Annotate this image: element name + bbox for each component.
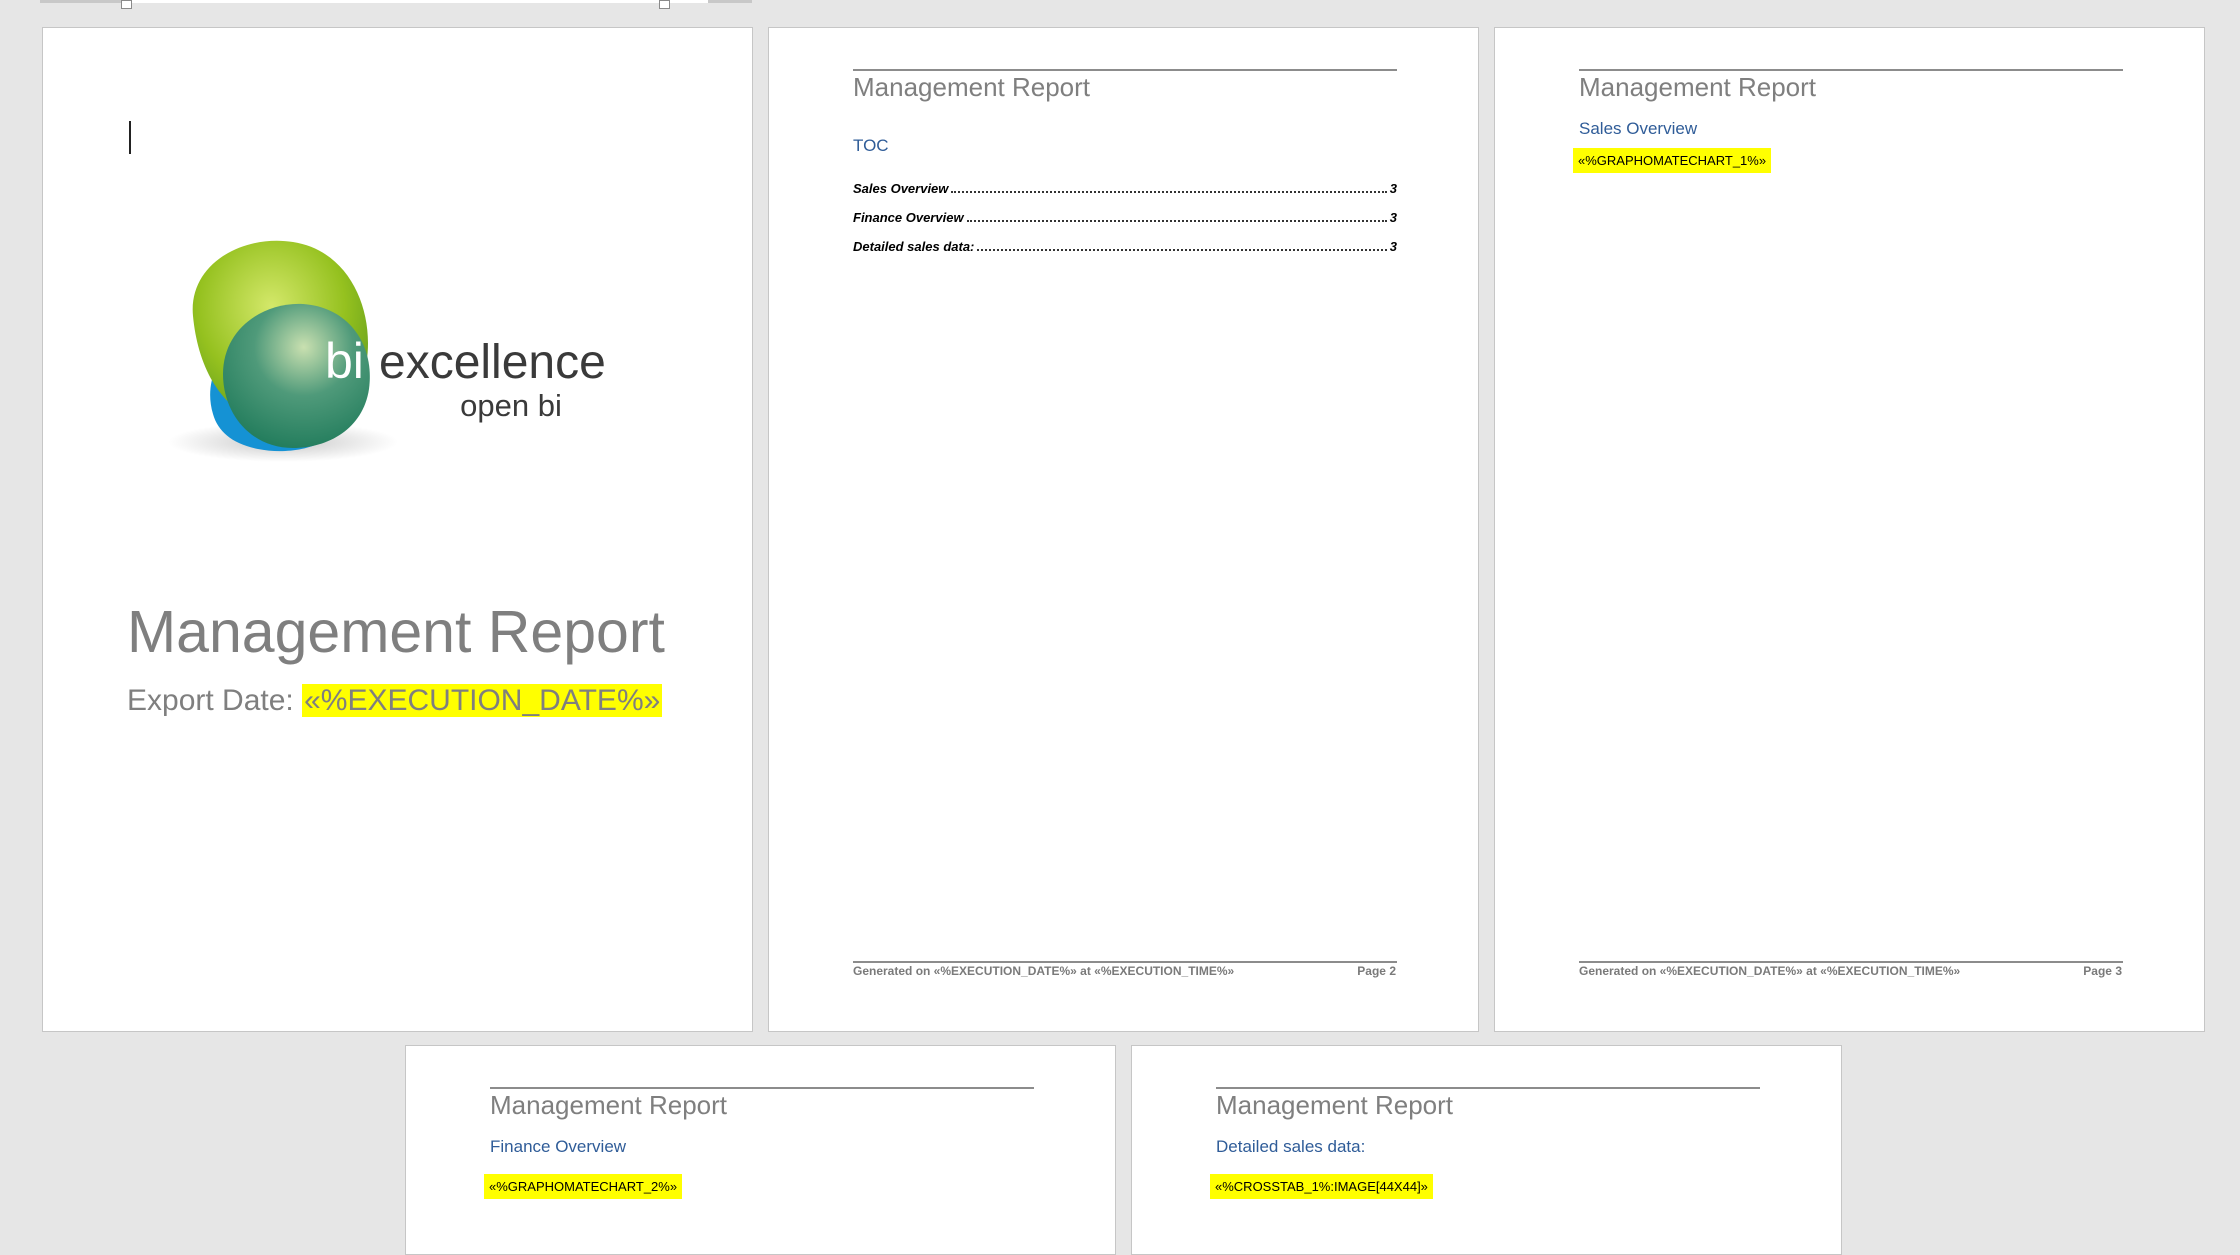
- header-title: Management Report: [490, 1090, 728, 1120]
- toc-entry[interactable]: Sales Overview 3: [853, 178, 1397, 196]
- text-cursor: [129, 121, 131, 154]
- section-heading: Finance Overview: [490, 1137, 627, 1156]
- horizontal-ruler: [40, 0, 752, 9]
- footer-generated: Generated on «%EXECUTION_DATE%» at «%EXE…: [853, 964, 1235, 978]
- left-indent-marker[interactable]: [121, 0, 132, 9]
- ruler-track: [126, 0, 708, 3]
- header-rule: [1216, 1087, 1760, 1089]
- header-rule: [1579, 69, 2123, 71]
- toc-dot-leader: [951, 191, 1387, 193]
- toc-entry[interactable]: Finance Overview 3: [853, 207, 1397, 225]
- page-detailed-sales-data[interactable]: Management Report Detailed sales data: «…: [1131, 1045, 1842, 1255]
- footer-page-number: Page 3: [2083, 964, 2122, 978]
- toc-entry-page: 3: [1389, 210, 1397, 225]
- cover-title: Management Report: [127, 599, 665, 665]
- right-indent-marker[interactable]: [659, 0, 670, 9]
- crosstab-merge-field[interactable]: «%CROSSTAB_1%:IMAGE[44X44]»: [1210, 1174, 1433, 1199]
- toc-entry-label: Sales Overview: [853, 181, 949, 196]
- export-date-field[interactable]: «%EXECUTION_DATE%»: [302, 684, 663, 717]
- toc-entry[interactable]: Detailed sales data: 3: [853, 236, 1397, 254]
- header-rule: [490, 1087, 1034, 1089]
- page-toc[interactable]: Management Report TOC Sales Overview 3 F…: [768, 27, 1479, 1032]
- bi-excellence-logo: bi excellence open bi: [168, 240, 606, 462]
- header-title: Management Report: [1579, 72, 1817, 102]
- toc-dot-leader: [966, 220, 1387, 222]
- toc-entry-page: 3: [1389, 181, 1397, 196]
- header-title: Management Report: [853, 72, 1091, 102]
- header-rule: [853, 69, 1397, 71]
- footer-rule: [853, 961, 1397, 963]
- chart-merge-field[interactable]: «%GRAPHOMATECHART_1%»: [1573, 148, 1772, 173]
- toc-heading: TOC: [853, 136, 889, 155]
- chart-merge-field[interactable]: «%GRAPHOMATECHART_2%»: [484, 1174, 683, 1199]
- page-sales-overview[interactable]: Management Report Sales Overview «%GRAPH…: [1494, 27, 2205, 1032]
- toc-dot-leader: [977, 249, 1387, 251]
- footer-page-number: Page 2: [1357, 964, 1396, 978]
- toc-entry-label: Finance Overview: [853, 210, 964, 225]
- footer-rule: [1579, 961, 2123, 963]
- export-date-line: Export Date: «%EXECUTION_DATE%»: [127, 684, 663, 718]
- page-cover[interactable]: bi excellence open bi Management Report …: [42, 27, 753, 1032]
- section-heading: Detailed sales data:: [1216, 1137, 1366, 1156]
- footer-generated: Generated on «%EXECUTION_DATE%» at «%EXE…: [1579, 964, 1961, 978]
- toc-entry-page: 3: [1389, 239, 1397, 254]
- toc-entry-label: Detailed sales data:: [853, 239, 975, 254]
- logo-text-tagline: open bi: [460, 388, 562, 423]
- export-date-label: Export Date:: [127, 684, 294, 717]
- header-title: Management Report: [1216, 1090, 1454, 1120]
- page-finance-overview[interactable]: Management Report Finance Overview «%GRA…: [405, 1045, 1116, 1255]
- section-heading: Sales Overview: [1579, 119, 1698, 138]
- logo-text-bi: bi: [325, 333, 364, 389]
- logo-text-excellence: excellence: [379, 336, 606, 389]
